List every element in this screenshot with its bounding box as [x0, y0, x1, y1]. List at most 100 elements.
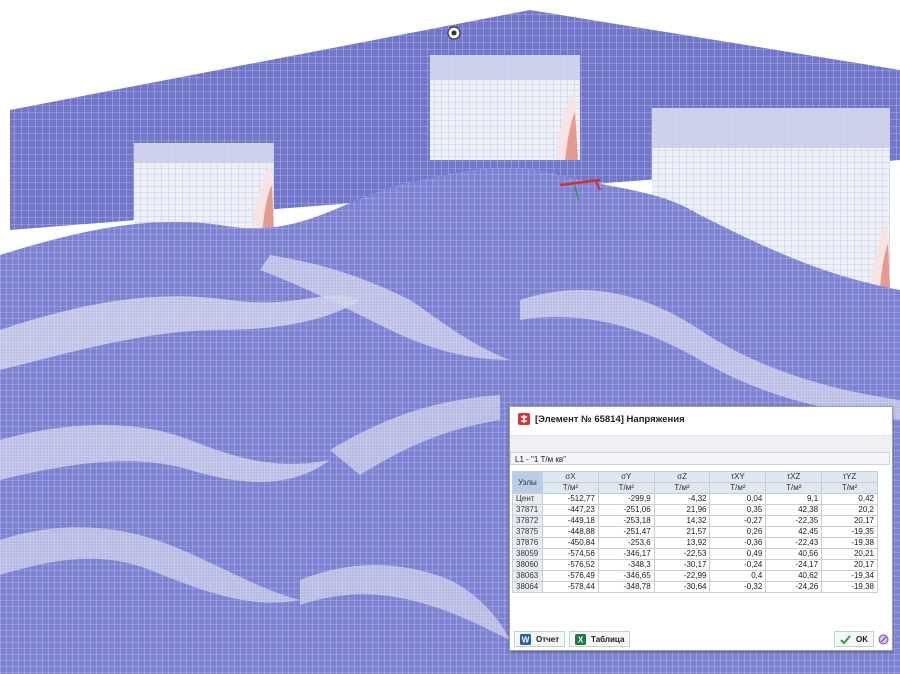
- table-cell: -0,32: [709, 581, 767, 593]
- table-row[interactable]: 37872 -449,18 -253,18 14,32 -0,27 -22,35…: [512, 515, 878, 527]
- table-cell: 40,56: [765, 548, 823, 560]
- table-cell: 14,32: [653, 515, 711, 527]
- column-header[interactable]: σZ: [653, 471, 711, 483]
- node-id: 37871: [512, 504, 543, 516]
- table-cell: 21,57: [653, 526, 711, 538]
- column-header[interactable]: τYZ: [821, 471, 878, 483]
- gizmo-icon[interactable]: [447, 26, 461, 40]
- app-logo-icon: [518, 413, 530, 425]
- table-cell: -450,84: [542, 537, 599, 549]
- table-cell: -448,88: [542, 526, 599, 538]
- dialog-footer: W Отчет X Таблица OK: [510, 628, 892, 650]
- wall-opening-center: [430, 55, 580, 160]
- node-id: 38064: [512, 581, 543, 593]
- table-cell: -253,18: [597, 515, 655, 527]
- table-cell: 40,62: [765, 570, 823, 582]
- unit-header: Т/м²: [765, 482, 823, 494]
- table-cell: -0,36: [709, 537, 767, 549]
- table-cell: -447,23: [542, 504, 599, 516]
- excel-icon: X: [575, 633, 587, 645]
- table-cell: 13,92: [653, 537, 711, 549]
- node-id: 37875: [512, 526, 543, 538]
- unit-header: Т/м²: [542, 482, 599, 494]
- table-cell: -512,77: [542, 493, 599, 505]
- table-row[interactable]: 37871 -447,23 -251,06 21,96 0,35 42,38 2…: [512, 504, 878, 516]
- table-cell: -346,65: [597, 570, 655, 582]
- table-cell: -19,38: [821, 581, 878, 593]
- table-cell: 42,45: [765, 526, 823, 538]
- check-icon: [840, 634, 851, 644]
- table-cell: 20,2: [821, 504, 878, 516]
- node-id: Цент: [512, 493, 543, 505]
- ok-button-label: OK: [856, 634, 868, 644]
- table-cell: -576,49: [542, 570, 599, 582]
- node-id: 37876: [512, 537, 543, 549]
- table-cell: -30,64: [653, 581, 711, 593]
- table-cell: 42,38: [765, 504, 823, 516]
- table-cell: -0,27: [709, 515, 767, 527]
- node-id: 38059: [512, 548, 543, 560]
- table-cell: -24,26: [765, 581, 823, 593]
- word-icon: W: [520, 633, 531, 645]
- unit-header: Т/м²: [653, 482, 711, 494]
- table-cell: -299,9: [597, 493, 655, 505]
- table-cell: -0,24: [709, 559, 767, 571]
- table-row[interactable]: 38060 -576,52 -348,3 -30,17 -0,24 -24,17…: [512, 559, 878, 571]
- table-button[interactable]: X Таблица: [569, 631, 631, 647]
- table-cell: -22,99: [653, 570, 711, 582]
- column-header[interactable]: σX: [542, 471, 599, 483]
- column-header[interactable]: σY: [597, 471, 655, 483]
- table-cell: -30,17: [653, 559, 711, 571]
- table-cell: -24,17: [765, 559, 823, 571]
- report-button-label: Отчет: [536, 634, 560, 644]
- table-cell: -22,43: [765, 537, 823, 549]
- table-row[interactable]: 37875 -448,88 -251,47 21,57 0,26 42,45 -…: [512, 526, 878, 538]
- table-cell: -449,18: [542, 515, 599, 527]
- unit-header: Т/м²: [821, 482, 878, 494]
- table-cell: -251,06: [597, 504, 655, 516]
- stress-dialog[interactable]: [Элемент № 65814] Напряжения L1 - "1 Т/м…: [509, 406, 893, 651]
- wall-opening-left: [134, 143, 274, 233]
- nodes-header[interactable]: Узлы: [512, 471, 543, 494]
- column-header[interactable]: τXY: [709, 471, 767, 483]
- table-row[interactable]: 38063 -576,49 -346,65 -22,99 0,4 40,62 -…: [512, 570, 878, 582]
- unit-header: Т/м²: [597, 482, 655, 494]
- table-cell: -22,35: [765, 515, 823, 527]
- help-icon[interactable]: [878, 634, 889, 645]
- unit-header: Т/м²: [709, 482, 767, 494]
- load-case-selector[interactable]: L1 - "1 Т/м кв": [510, 452, 890, 465]
- svg-text:X: X: [578, 635, 584, 644]
- column-header[interactable]: τXZ: [765, 471, 823, 483]
- table-cell: -19,35: [821, 526, 878, 538]
- table-cell: 0,26: [709, 526, 767, 538]
- table-row[interactable]: 38059 -574,56 -346,17 -22,53 0,49 40,56 …: [512, 548, 878, 560]
- table-cell: -22,53: [653, 548, 711, 560]
- table-row[interactable]: Цент -512,77 -299,9 -4,32 0,04 9,1 0,42: [512, 493, 878, 505]
- table-cell: -19,38: [821, 537, 878, 549]
- dialog-title: [Элемент № 65814] Напряжения: [535, 413, 685, 425]
- table-button-label: Таблица: [591, 634, 625, 644]
- table-cell: -348,78: [597, 581, 655, 593]
- dialog-titlebar[interactable]: [Элемент № 65814] Напряжения: [510, 407, 892, 431]
- table-row[interactable]: 38064 -578,44 -348,78 -30,64 -0,32 -24,2…: [512, 581, 878, 593]
- table-cell: -253,6: [597, 537, 655, 549]
- table-cell: 20,17: [821, 515, 878, 527]
- table-cell: -576,52: [542, 559, 599, 571]
- node-id: 37872: [512, 515, 543, 527]
- table-cell: -4,32: [653, 493, 711, 505]
- table-cell: 9,1: [765, 493, 823, 505]
- table-cell: 0,49: [709, 548, 767, 560]
- table-cell: -574,56: [542, 548, 599, 560]
- ok-button[interactable]: OK: [834, 631, 874, 647]
- table-cell: 0,04: [709, 493, 767, 505]
- report-button[interactable]: W Отчет: [514, 631, 566, 647]
- table-cell: -346,17: [597, 548, 655, 560]
- table-cell: 0,42: [821, 493, 878, 505]
- dialog-toolbar-band: [510, 435, 892, 452]
- table-row[interactable]: 37876 -450,84 -253,6 13,92 -0,36 -22,43 …: [512, 537, 878, 549]
- node-id: 38060: [512, 559, 543, 571]
- node-id: 38063: [512, 570, 543, 582]
- table-cell: 20,17: [821, 559, 878, 571]
- svg-text:W: W: [522, 635, 530, 644]
- table-cell: -19,34: [821, 570, 878, 582]
